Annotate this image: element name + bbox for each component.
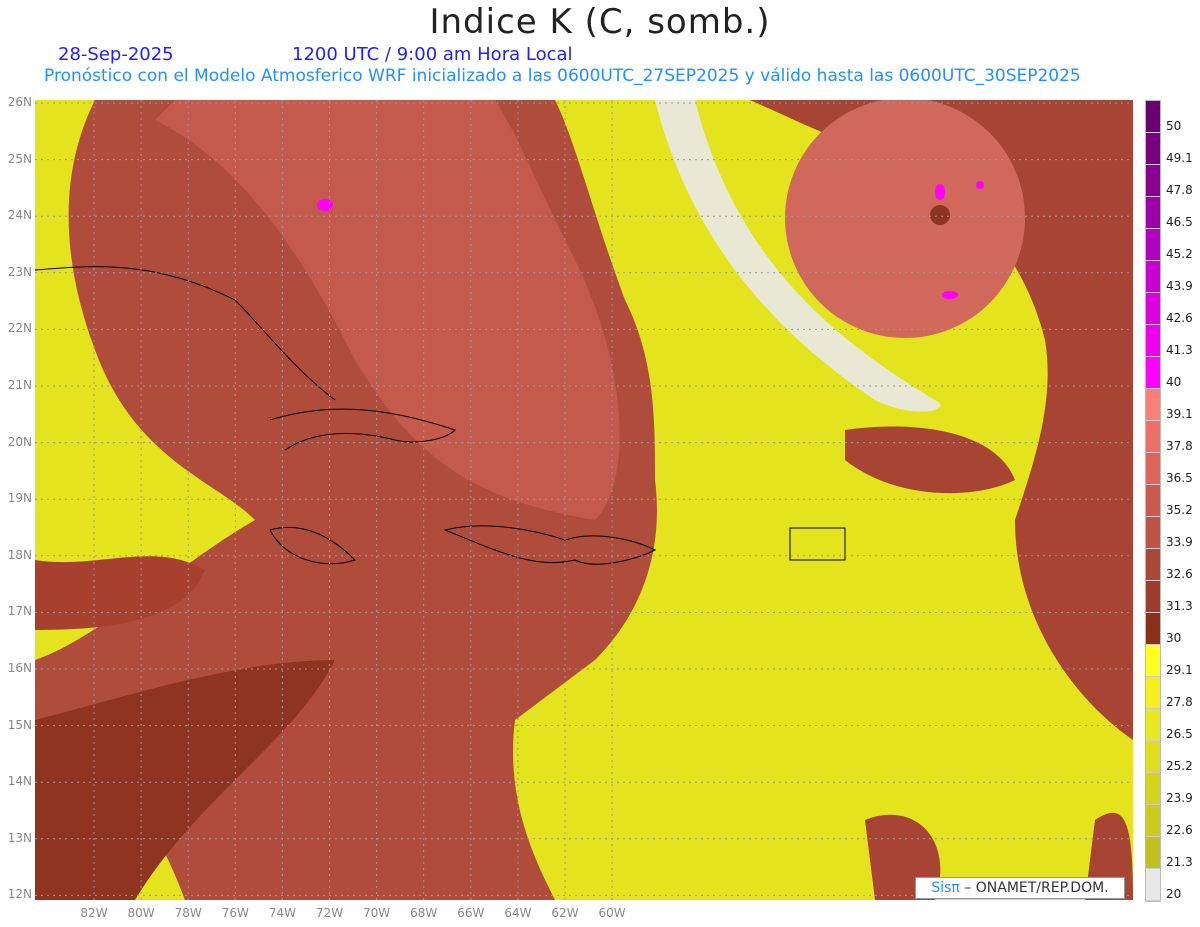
lat-label: 20N xyxy=(7,434,32,449)
colorbar-label: 26.5 xyxy=(1166,727,1193,741)
colorbar-segment xyxy=(1146,869,1160,901)
colorbar-segment xyxy=(1146,197,1160,229)
colorbar-segment xyxy=(1146,805,1160,837)
colorbar-segment xyxy=(1146,677,1160,709)
colorbar-label: 43.9 xyxy=(1166,279,1193,293)
colorbar-segment xyxy=(1146,421,1160,453)
colorbar-label: 45.2 xyxy=(1166,247,1193,261)
colorbar-segment xyxy=(1146,741,1160,773)
colorbar-segment xyxy=(1146,101,1160,133)
lat-label: 13N xyxy=(7,830,32,845)
colorbar-label: 42.6 xyxy=(1166,311,1193,325)
colorbar-label: 23.9 xyxy=(1166,791,1193,805)
colorbar-segment xyxy=(1146,837,1160,869)
colorbar-segment xyxy=(1146,645,1160,677)
colorbar-label: 33.9 xyxy=(1166,535,1193,549)
colorbar-label: 39.1 xyxy=(1166,407,1193,421)
colorbar-label: 25.2 xyxy=(1166,759,1193,773)
lat-label: 26N xyxy=(7,95,32,109)
credit-label: Sisπ – ONAMET/REP.DOM. xyxy=(915,877,1125,899)
colorbar-segment xyxy=(1146,709,1160,741)
colorbar-segment xyxy=(1146,229,1160,261)
lat-label: 15N xyxy=(7,717,32,732)
colorbar-segment xyxy=(1146,325,1160,357)
colorbar-label: 37.8 xyxy=(1166,439,1193,453)
colorbar-segment xyxy=(1146,549,1160,581)
colorbar-label: 20 xyxy=(1166,887,1182,901)
colorbar-label: 47.8 xyxy=(1166,183,1193,197)
lat-label: 16N xyxy=(7,661,32,675)
lon-label: 74W xyxy=(268,906,296,920)
colorbar-label: 31.3 xyxy=(1166,599,1193,613)
colorbar-segment xyxy=(1146,133,1160,165)
colorbar-segment xyxy=(1146,261,1160,293)
lat-label: 21N xyxy=(7,378,32,392)
colorbar-segment xyxy=(1146,517,1160,549)
colorbar-segment xyxy=(1146,485,1160,517)
lat-label: 23N xyxy=(7,264,32,279)
colorbar-label: 36.5 xyxy=(1166,471,1193,485)
map-title: Indice K (C, somb.) xyxy=(429,2,771,42)
lat-label: 22N xyxy=(7,321,32,336)
colorbar-segment xyxy=(1146,453,1160,485)
colorbar xyxy=(1145,100,1161,902)
lon-label: 70W xyxy=(363,906,391,920)
colorbar-label: 41.3 xyxy=(1166,343,1193,357)
lat-label: 19N xyxy=(7,491,32,506)
lat-label: 17N xyxy=(7,604,32,619)
lon-label: 66W xyxy=(457,906,485,920)
k-index-map xyxy=(35,100,1133,900)
org-text: – ONAMET/REP.DOM. xyxy=(959,880,1109,896)
colorbar-segment xyxy=(1146,293,1160,325)
brand-text: Sisπ xyxy=(931,880,960,896)
colorbar-label: 35.2 xyxy=(1166,503,1193,517)
lon-label: 80W xyxy=(127,906,155,920)
colorbar-label: 32.6 xyxy=(1166,567,1193,581)
lon-label: 60W xyxy=(598,906,626,920)
lon-label: 64W xyxy=(504,906,532,920)
lat-label: 24N xyxy=(7,208,32,223)
lon-label: 78W xyxy=(174,906,202,920)
colorbar-segment xyxy=(1146,357,1160,389)
colorbar-label: 40 xyxy=(1166,375,1182,389)
lon-label: 68W xyxy=(410,906,438,920)
lon-label: 82W xyxy=(80,906,108,920)
colorbar-label: 50 xyxy=(1166,119,1182,133)
colorbar-label: 30 xyxy=(1166,631,1182,645)
lon-label: 76W xyxy=(221,906,249,920)
forecast-time: 1200 UTC / 9:00 am Hora Local xyxy=(292,44,573,65)
colorbar-segment xyxy=(1146,613,1160,645)
model-subtitle: Pronóstico con el Modelo Atmosferico WRF… xyxy=(44,66,1081,86)
colorbar-label: 21.3 xyxy=(1166,855,1193,869)
lat-label: 18N xyxy=(7,547,32,562)
colorbar-segment xyxy=(1146,773,1160,805)
colorbar-label: 29.1 xyxy=(1166,663,1193,677)
colorbar-segment xyxy=(1146,581,1160,613)
colorbar-label: 49.1 xyxy=(1166,151,1193,165)
lat-label: 14N xyxy=(7,774,32,789)
lon-label: 62W xyxy=(551,906,579,920)
lat-label: 12N xyxy=(7,887,32,902)
colorbar-segment xyxy=(1146,389,1160,421)
colorbar-label: 46.5 xyxy=(1166,215,1193,229)
forecast-date: 28-Sep-2025 xyxy=(58,44,174,65)
lon-label: 72W xyxy=(315,906,344,920)
lat-label: 25N xyxy=(7,151,32,166)
colorbar-label: 22.6 xyxy=(1166,823,1193,837)
colorbar-segment xyxy=(1146,165,1160,197)
colorbar-label: 27.8 xyxy=(1166,695,1193,709)
